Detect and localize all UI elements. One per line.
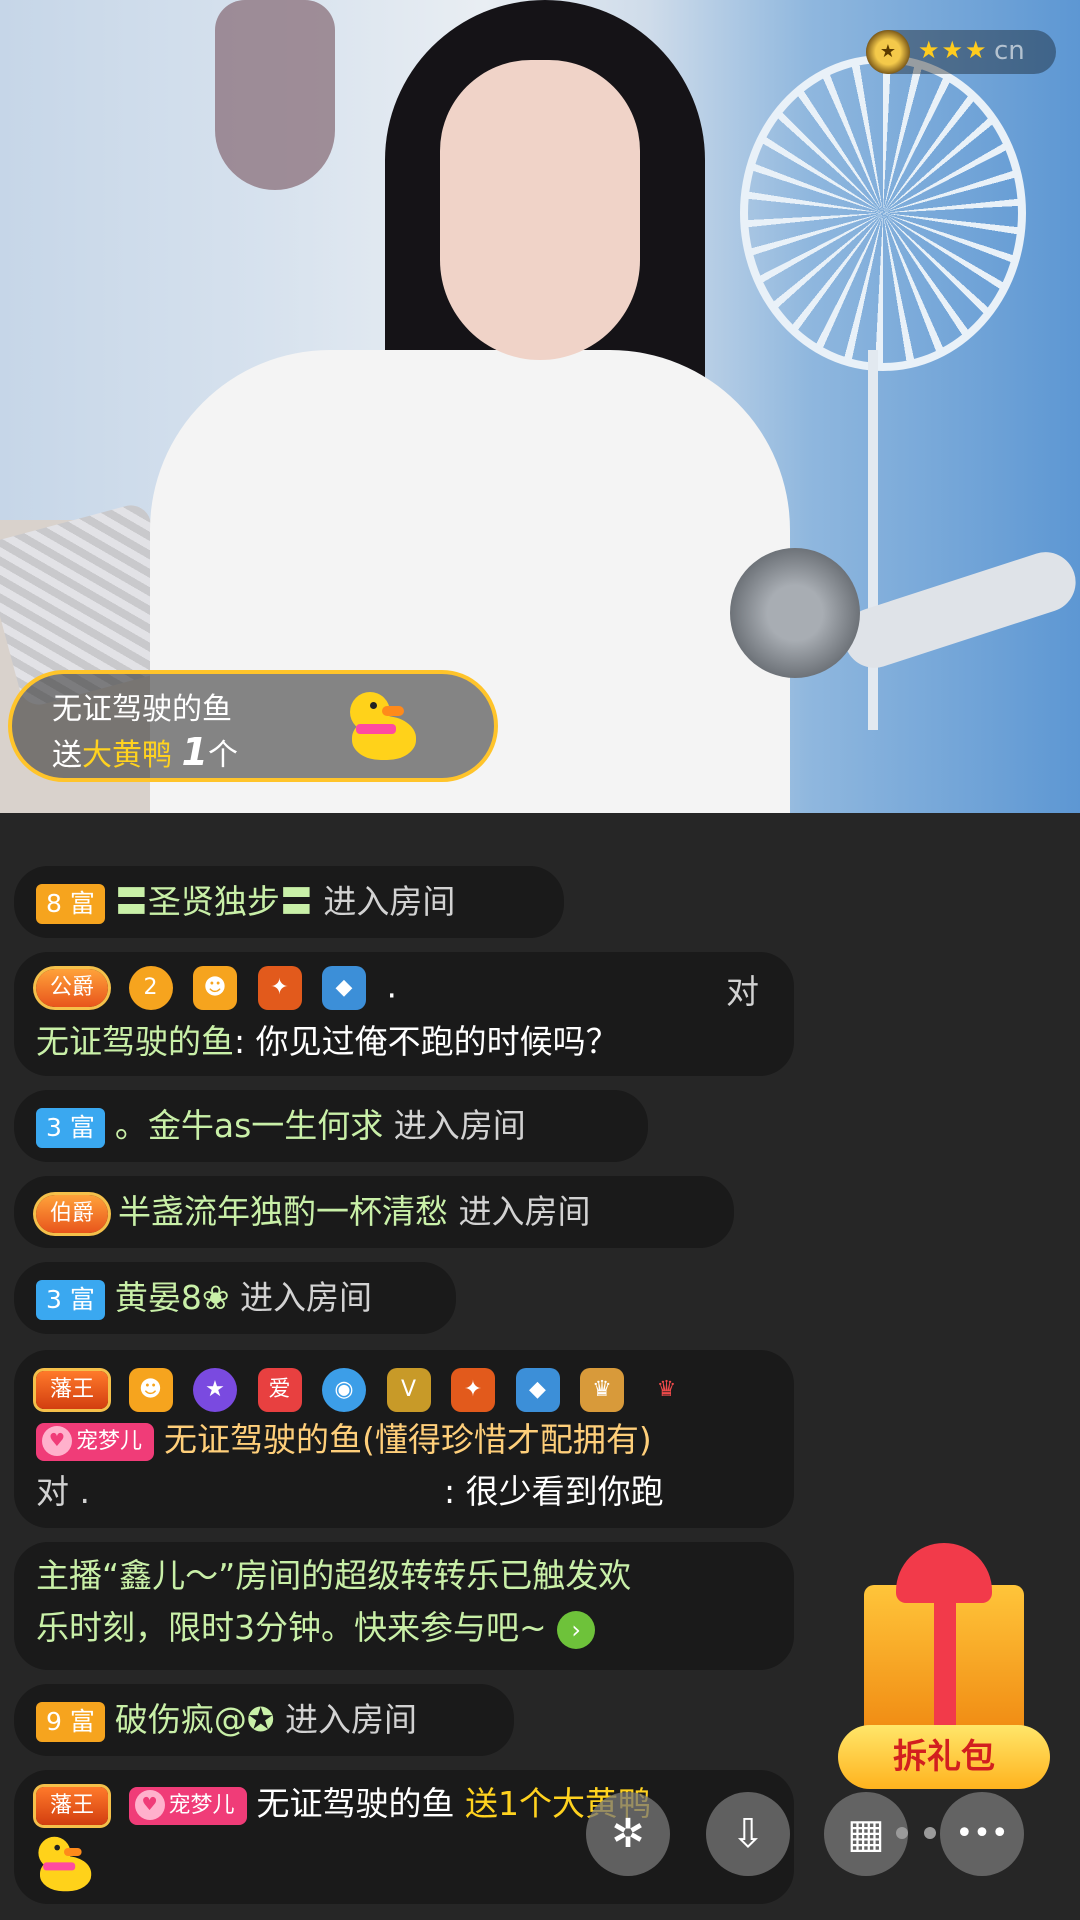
message-prefix: 对 . (36, 1472, 90, 1511)
message-text: : 很少看到你跑 (444, 1472, 664, 1511)
enter-action: 进入房间 (323, 882, 456, 921)
user-name[interactable]: 半盏流年独酌一杯清愁 (118, 1192, 448, 1231)
pager-dot (924, 1827, 936, 1839)
fan-stand (868, 350, 878, 730)
wealth-level-badge: 9 富 (36, 1701, 105, 1742)
gift-box-icon: ✦ (451, 1368, 496, 1412)
chat-message: 公爵 2 ☻ ✦ ◆ . 对 无证驾驶的鱼: 你见过俺不跑的时候吗？ (14, 952, 794, 1076)
gift-notification: 无证驾驶的鱼 送大黄鸭 1个 (8, 670, 498, 782)
grid-icon: ▦ (847, 1811, 885, 1857)
pet-badge: ♥ 宠梦儿 (128, 1786, 247, 1825)
system-text-line1: 主播“鑫儿～”房间的超级转转乐已触发欢 (36, 1556, 632, 1595)
gift-send-word: 送 (52, 738, 82, 773)
bow-icon (896, 1543, 992, 1603)
wealth-level-badge: 8 富 (36, 883, 105, 924)
chat-message: 藩王 ☻ ★ 爱 ◉ V ✦ ◆ ♛ ♛ ♥ 宠梦儿 无证驾驶的鱼(懂得珍惜才配拥有… (14, 1350, 794, 1528)
user-name[interactable]: 无证驾驶的鱼 (36, 1022, 234, 1061)
user-name[interactable]: 〓圣贤独步〓 (115, 882, 313, 921)
message-tail: . (386, 966, 398, 1006)
wealth-level-badge: 3 富 (36, 1279, 105, 1320)
system-text-line2: 乐时刻，限时3分钟。快来参与吧~ (36, 1608, 547, 1647)
live-video[interactable]: ★ ★★★ cn 无证驾驶的鱼 送大黄鸭 1个 (0, 0, 1080, 813)
room-level-badge[interactable]: ★ ★★★ cn (866, 30, 1056, 74)
crown-wings-icon: ♛ (580, 1368, 625, 1412)
enter-action: 进入房间 (240, 1278, 373, 1317)
purple-star-icon: ★ (193, 1368, 238, 1412)
more-icon: ••• (955, 1816, 1009, 1851)
gift-unit: 个 (208, 738, 238, 773)
arrow-right-icon[interactable]: › (557, 1610, 596, 1649)
fan (740, 55, 1026, 371)
love-badge: 爱 (257, 1368, 302, 1412)
rank-badge: 藩王 (36, 1786, 109, 1825)
download-button[interactable]: ⇩ (706, 1792, 790, 1876)
share-icon: ✲ (611, 1811, 645, 1857)
yellow-duck-icon (342, 686, 422, 766)
chat-message: 伯爵 半盏流年独酌一杯清愁 进入房间 (14, 1176, 734, 1248)
heart-icon: ♥ (42, 1425, 72, 1456)
heart-icon: ♥ (134, 1789, 165, 1820)
diamond-icon: ◉ (322, 1368, 367, 1412)
gift-sender: 无证驾驶的鱼 (52, 692, 232, 727)
user-name[interactable]: 无证驾驶的鱼(懂得珍惜才配拥有) (164, 1420, 652, 1459)
gift-pack-label[interactable]: 拆礼包 (838, 1725, 1050, 1789)
medal-icon: ★ (866, 30, 910, 74)
user-name[interactable]: 破伤疯@✪ (115, 1700, 275, 1739)
enter-action: 进入房间 (458, 1192, 591, 1231)
rank-badge: 藩王 (36, 1371, 109, 1409)
chat-message: 9 富破伤疯@✪ 进入房间 (14, 1684, 514, 1756)
user-name[interactable]: 无证驾驶的鱼 (257, 1784, 455, 1823)
share-button[interactable]: ✲ (586, 1792, 670, 1876)
more-button[interactable]: ••• (940, 1792, 1024, 1876)
message-right-text: 对 (726, 972, 759, 1011)
vip-icon: V (386, 1368, 431, 1412)
gift-box-icon: ✦ (257, 966, 302, 1010)
enter-action: 进入房间 (393, 1106, 526, 1145)
user-name[interactable]: 黄晏8❀ (115, 1278, 230, 1317)
chat-message: 8 富〓圣贤独步〓 进入房间 (14, 866, 564, 938)
gift-pack-button[interactable]: 拆礼包 (834, 1535, 1054, 1789)
chat-message: 3 富。金牛as一生何求 进入房间 (14, 1090, 648, 1162)
user-name[interactable]: 。金牛as一生何求 (115, 1106, 383, 1145)
wall-decoration (215, 0, 335, 190)
pager-dot (896, 1827, 908, 1839)
user-icon: ☻ (193, 966, 238, 1010)
gift-message: 藩王 ♥ 宠梦儿 无证驾驶的鱼 送1个大黄鸭 (14, 1770, 794, 1904)
cube-icon: ◆ (515, 1368, 560, 1412)
cube-icon: ◆ (322, 966, 367, 1010)
user-icon: ☻ (128, 1368, 173, 1412)
enter-action: 进入房间 (285, 1700, 418, 1739)
level-star-icon: 2 (128, 966, 173, 1010)
gift-name: 大黄鸭 (82, 738, 172, 773)
download-icon: ⇩ (731, 1811, 765, 1857)
streamer-face (440, 60, 640, 360)
crown-icon: ♛ (656, 1377, 677, 1402)
rank-badge: 伯爵 (36, 1194, 109, 1233)
chat-message: 3 富黄晏8❀ 进入房间 (14, 1262, 456, 1334)
wealth-level-badge: 3 富 (36, 1107, 105, 1148)
gift-count: 1 (181, 730, 208, 774)
room-stars: ★★★ (918, 36, 989, 64)
rank-badge: 公爵 (36, 969, 109, 1007)
message-text: : 你见过俺不跑的时候吗？ (234, 1022, 619, 1061)
site-logo: cn (994, 36, 1025, 66)
pet-badge: ♥ 宠梦儿 (36, 1422, 155, 1461)
yellow-duck-icon (32, 1832, 96, 1896)
system-message[interactable]: 主播“鑫儿～”房间的超级转转乐已触发欢 乐时刻，限时3分钟。快来参与吧~ › (14, 1542, 794, 1670)
microphone (730, 548, 860, 678)
